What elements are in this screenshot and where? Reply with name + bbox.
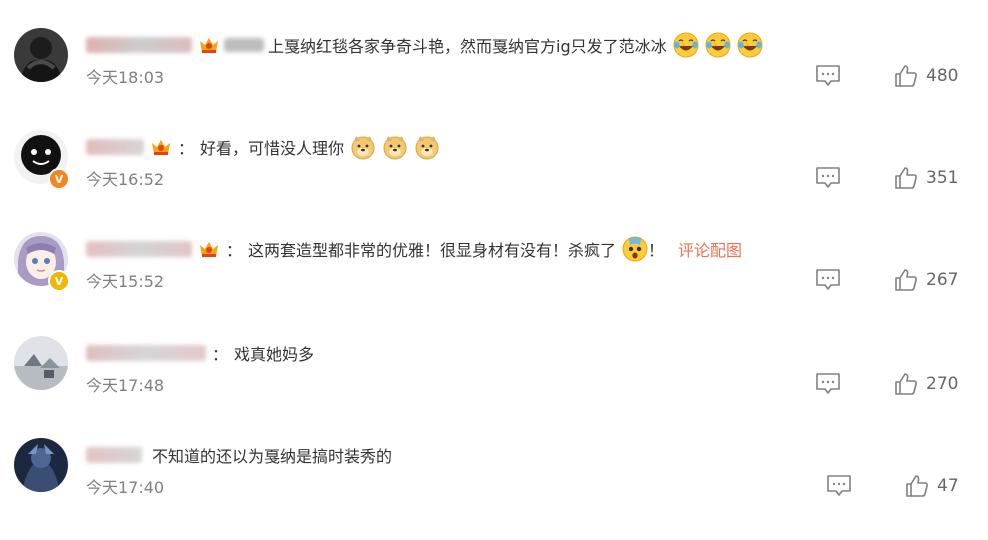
username[interactable] (86, 139, 144, 155)
like-button[interactable]: 351 (894, 166, 958, 190)
comment-text: 好看，可惜没人理你 (200, 139, 345, 158)
comment-line: ： 好看，可惜没人理你 (86, 132, 440, 162)
vip-crown-icon (152, 140, 170, 155)
comment-text: 这两套造型都非常的优雅！很显身材有没有！杀疯了 (248, 241, 617, 260)
comment-actions: 267 (0, 268, 988, 292)
thumbs-up-icon (895, 167, 917, 189)
like-count: 47 (937, 476, 959, 496)
comment-item: V ： 好看，可惜没人理你 今天16:52 351 (0, 130, 988, 232)
comment-separator: ： (226, 241, 243, 260)
comment-item: 上戛纳红毯各家争奇斗艳，然而戛纳官方ig只发了范冰冰 今天18:03 480 (0, 28, 988, 130)
laugh-cry-emoji-icon (705, 32, 731, 58)
comment-icon[interactable] (815, 268, 841, 292)
comment-separator: ： (212, 345, 229, 364)
username[interactable] (86, 447, 142, 463)
thumbs-up-icon (895, 373, 917, 395)
comment-line: 不知道的还以为戛纳是搞时装秀的 (86, 440, 392, 470)
like-button[interactable]: 47 (905, 474, 959, 498)
vip-crown-icon (200, 38, 218, 53)
like-button[interactable]: 270 (894, 372, 958, 396)
username[interactable] (86, 241, 192, 257)
laugh-cry-emoji-icon (673, 32, 699, 58)
thumbs-up-icon (895, 65, 917, 87)
username[interactable] (86, 345, 206, 361)
doge-emoji-icon (383, 136, 407, 160)
comment-icon[interactable] (815, 64, 841, 88)
comment-icon[interactable] (815, 166, 841, 190)
username[interactable] (86, 37, 192, 53)
comment-separator: ： (178, 139, 195, 158)
like-button[interactable]: 267 (894, 268, 958, 292)
comment-text: 不知道的还以为戛纳是搞时装秀的 (152, 447, 393, 466)
comment-image-link[interactable]: 评论配图 (678, 237, 742, 261)
comment-icon[interactable] (826, 474, 852, 498)
comment-text: 上戛纳红毯各家争奇斗艳，然而戛纳官方ig只发了范冰冰 (268, 37, 667, 56)
comment-icon[interactable] (815, 372, 841, 396)
vip-crown-icon (200, 242, 218, 257)
comment-item: V ： 这两套造型都非常的优雅！很显身材有没有！杀疯了 ！ 评论配图 今天15:… (0, 232, 988, 334)
comment-actions: 47 (0, 474, 988, 498)
thumbs-up-icon (895, 269, 917, 291)
laugh-cry-emoji-icon (737, 32, 763, 58)
comment-line: ： 这两套造型都非常的优雅！很显身材有没有！杀疯了 ！ 评论配图 (86, 234, 742, 264)
like-count: 270 (926, 374, 959, 394)
like-count: 267 (926, 270, 959, 290)
comment-actions: 270 (0, 372, 988, 396)
like-count: 480 (926, 66, 959, 86)
doge-emoji-icon (351, 136, 375, 160)
comment-line: 上戛纳红毯各家争奇斗艳，然而戛纳官方ig只发了范冰冰 (86, 30, 763, 60)
like-count: 351 (926, 168, 959, 188)
shocked-emoji-icon (622, 236, 648, 262)
comment-text-suffix: ！ (648, 241, 665, 260)
comment-actions: 480 (0, 64, 988, 88)
mention-blur (224, 38, 264, 52)
comment-text: 戏真她妈多 (234, 345, 315, 364)
thumbs-up-icon (906, 475, 928, 497)
comment-actions: 351 (0, 166, 988, 190)
comment-item: ： 戏真她妈多 今天17:48 270 (0, 336, 988, 438)
doge-emoji-icon (415, 136, 439, 160)
comment-line: ： 戏真她妈多 (86, 338, 314, 368)
like-button[interactable]: 480 (894, 64, 958, 88)
